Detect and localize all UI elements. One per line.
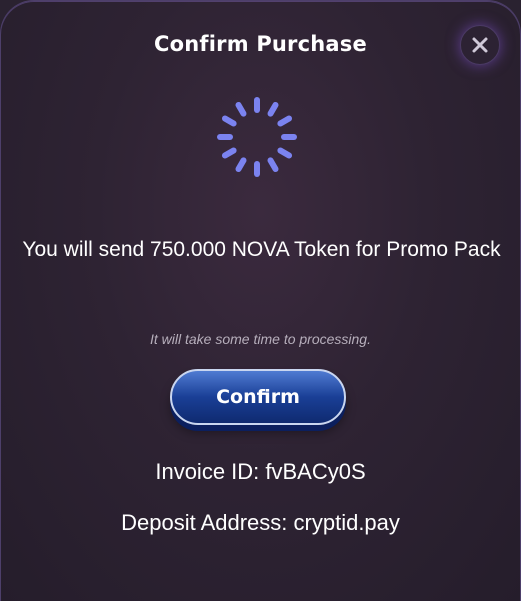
modal-title: Confirm Purchase [154, 32, 367, 56]
spinner-dash [267, 157, 279, 173]
close-icon [472, 37, 488, 53]
spinner-dash [235, 101, 247, 117]
purchase-message: You will send 750.000 NOVA Token for Pro… [22, 238, 501, 261]
close-button[interactable] [460, 25, 500, 65]
spinner-dash [221, 147, 237, 159]
spinner-dash [277, 147, 293, 159]
loading-spinner-icon [217, 97, 297, 177]
confirm-purchase-modal: Confirm Purchase You will send 750.000 N… [0, 0, 521, 601]
deposit-address: Deposit Address: cryptid.pay [121, 510, 400, 535]
spinner-dash [267, 101, 279, 117]
processing-note: It will take some time to processing. [150, 331, 371, 347]
spinner-dash [235, 157, 247, 173]
invoice-id: Invoice ID: fvBACy0S [155, 459, 366, 484]
spinner-dash [277, 115, 293, 127]
confirm-button[interactable]: Confirm [170, 369, 346, 425]
spinner-dash [221, 115, 237, 127]
